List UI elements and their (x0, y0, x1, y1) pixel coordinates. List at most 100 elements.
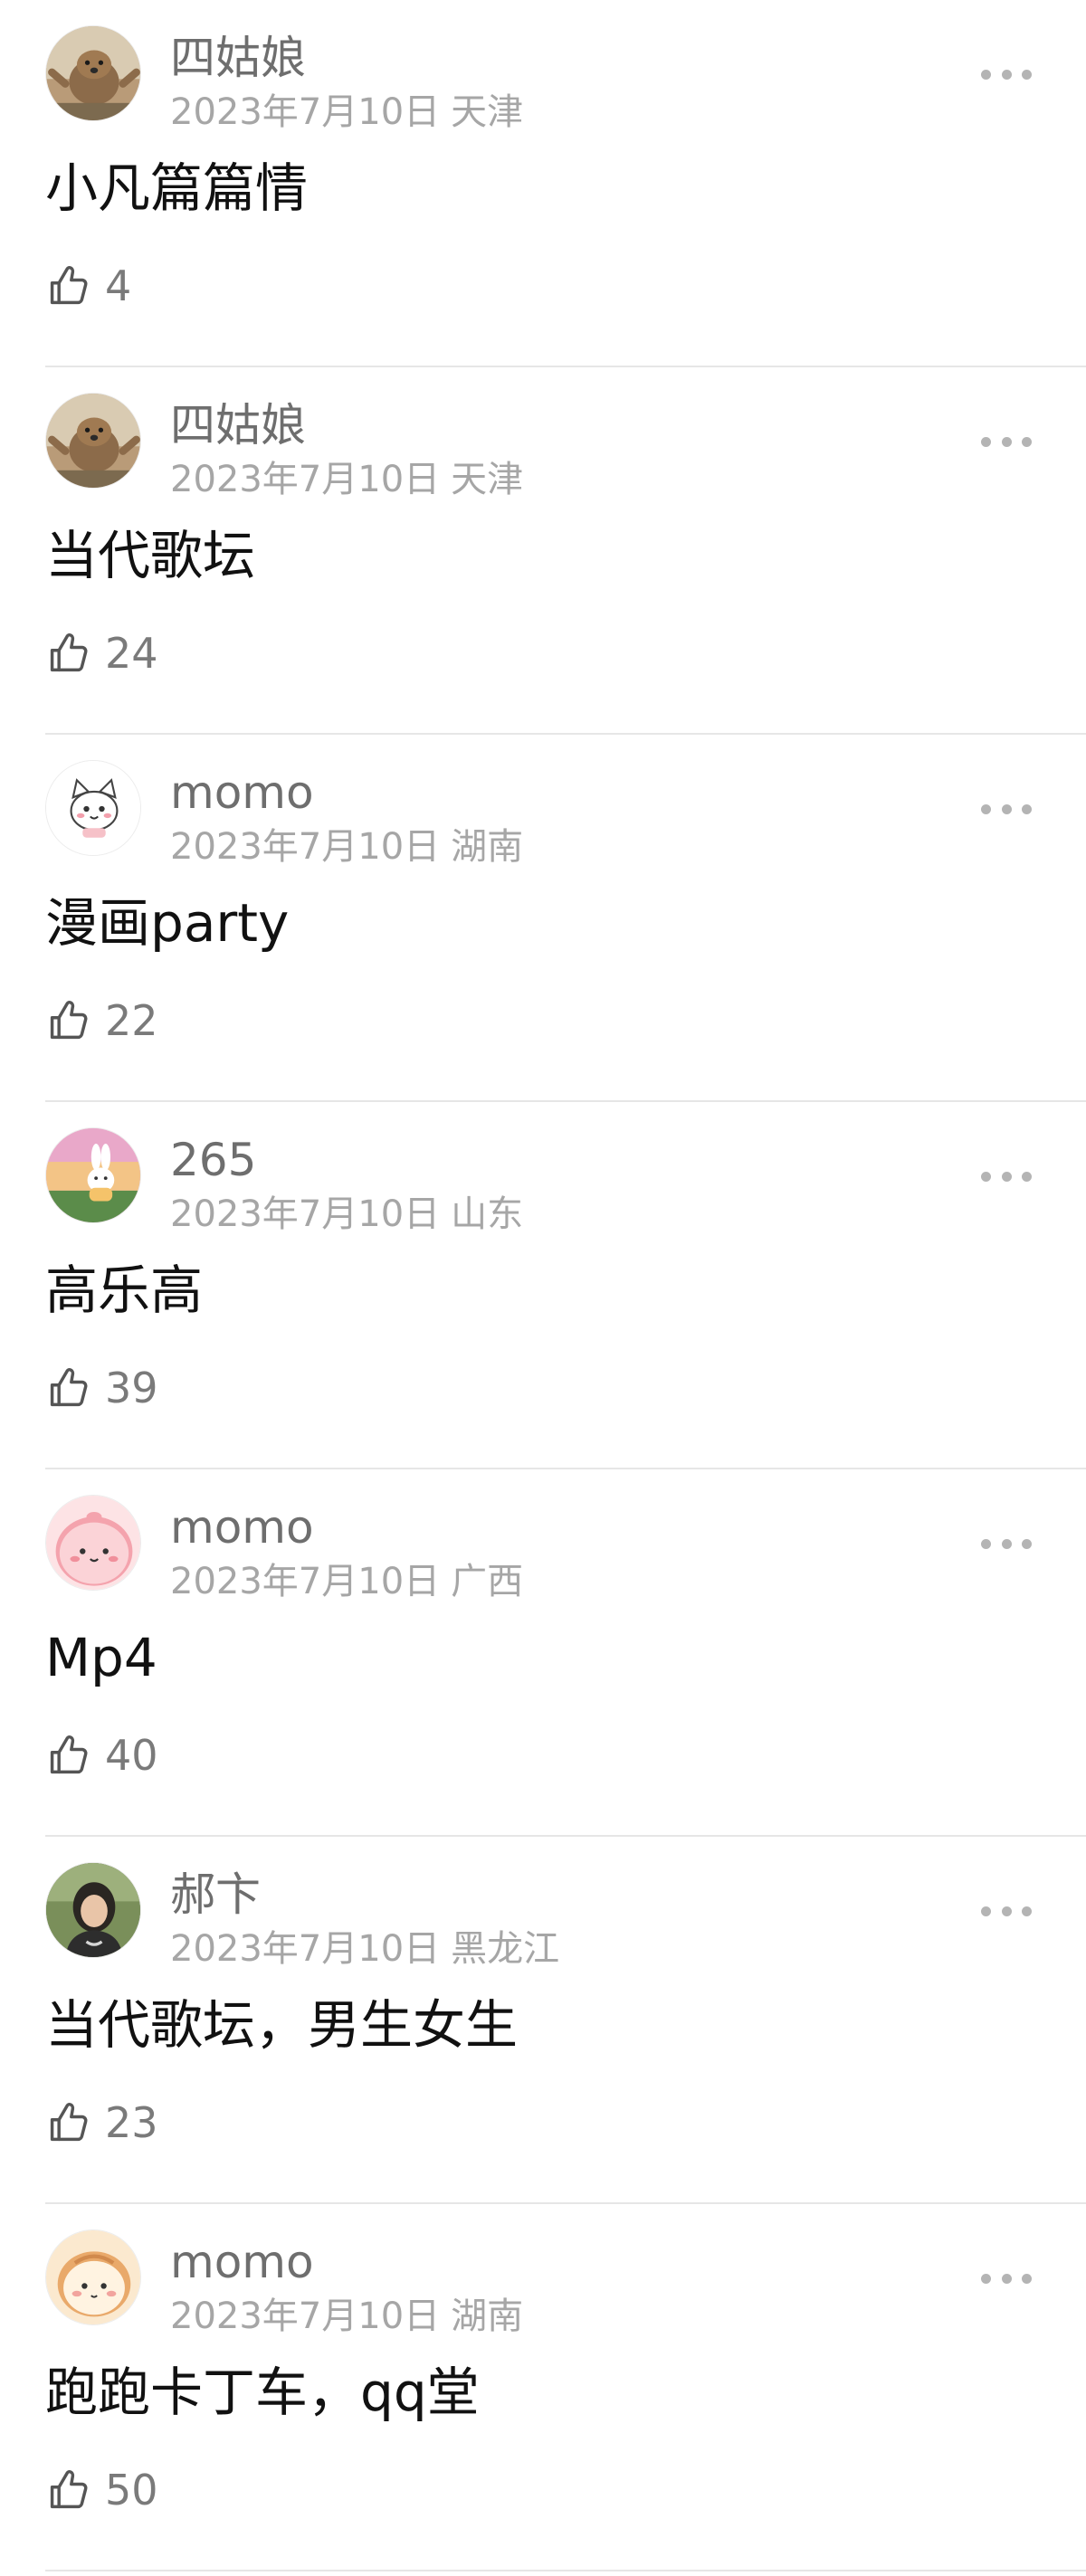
comment-meta: 2023年7月10日 黑龙江 (170, 1927, 559, 1971)
comment-text: 漫画party (45, 892, 290, 954)
more-options-icon (981, 436, 991, 447)
comment-item: 四姑娘 2023年7月10日 天津 小凡篇篇情 4 (0, 0, 1086, 367)
comment-text: 当代歌坛 (45, 525, 256, 586)
comment-location: 天津 (451, 91, 524, 133)
more-options-icon (981, 1906, 991, 1916)
more-options-icon (1022, 1538, 1032, 1549)
comment-location: 广西 (451, 1561, 524, 1602)
more-options-icon (1022, 436, 1032, 447)
avatar[interactable] (45, 1495, 141, 1591)
cartoon-bread-avatar (46, 2230, 140, 2324)
more-options-icon (1001, 436, 1012, 447)
quokka-photo-avatar (46, 26, 140, 120)
more-options-icon (981, 2273, 991, 2284)
thumbs-up-icon (45, 630, 92, 677)
comment-item: momo 2023年7月10日 广西 Mp4 40 (0, 1469, 1086, 1837)
comment-meta: 2023年7月10日 湖南 (170, 825, 523, 869)
comment-item: momo 2023年7月10日 湖南 漫画party 22 (0, 735, 1086, 1102)
like-count: 22 (105, 996, 158, 1045)
thumbs-up-icon (45, 2099, 92, 2146)
more-options-icon (1001, 1171, 1012, 1182)
avatar[interactable] (45, 760, 141, 856)
more-options-icon (981, 69, 991, 80)
comment-text: Mp4 (45, 1627, 157, 1688)
username[interactable]: 郝卞 (170, 1868, 261, 1922)
comment-date: 2023年7月10日 (170, 2296, 441, 2337)
like-count: 39 (105, 1364, 158, 1412)
comment-text: 跑跑卡丁车，qq堂 (45, 2362, 480, 2423)
comment-date: 2023年7月10日 (170, 459, 441, 500)
like-count: 23 (105, 2098, 158, 2147)
username[interactable]: 265 (170, 1133, 256, 1187)
more-options-icon (981, 803, 991, 814)
username[interactable]: momo (170, 2235, 314, 2289)
more-options-icon (1001, 69, 1012, 80)
username[interactable]: momo (170, 765, 314, 820)
thumbs-up-icon (45, 1732, 92, 1779)
thumbs-up-icon (45, 997, 92, 1044)
more-options-icon (1022, 1171, 1032, 1182)
more-options-icon (981, 1171, 991, 1182)
comment-item: momo 2023年7月10日 湖南 跑跑卡丁车，qq堂 50 (0, 2204, 1086, 2571)
like-button[interactable]: 40 (45, 1730, 158, 1781)
more-options-button[interactable] (981, 65, 1032, 83)
username[interactable]: 四姑娘 (170, 398, 306, 452)
like-button[interactable]: 50 (45, 2465, 158, 2515)
pink-blob-avatar (46, 1496, 140, 1590)
comment-meta: 2023年7月10日 天津 (170, 458, 523, 501)
more-options-icon (1022, 1906, 1032, 1916)
comment-date: 2023年7月10日 (170, 826, 441, 868)
comment-location: 黑龙江 (451, 1928, 560, 1970)
comment-location: 湖南 (451, 826, 524, 868)
more-options-icon (1001, 1538, 1012, 1549)
thumbs-up-icon (45, 1364, 92, 1412)
like-button[interactable]: 23 (45, 2097, 158, 2148)
comment-text: 高乐高 (45, 1259, 204, 1321)
thumbs-up-icon (45, 2467, 92, 2514)
more-options-icon (1001, 2273, 1012, 2284)
comment-date: 2023年7月10日 (170, 1928, 441, 1970)
more-options-icon (981, 1538, 991, 1549)
like-button[interactable]: 24 (45, 628, 158, 679)
comment-text: 小凡篇篇情 (45, 157, 309, 219)
like-button[interactable]: 22 (45, 995, 158, 1046)
username[interactable]: 四姑娘 (170, 31, 306, 85)
comment-location: 天津 (451, 459, 524, 500)
comment-text: 当代歌坛，男生女生 (45, 1994, 519, 2056)
username[interactable]: momo (170, 1500, 314, 1554)
more-options-icon (1001, 1906, 1012, 1916)
comment-location: 湖南 (451, 2296, 524, 2337)
comment-item: 265 2023年7月10日 山东 高乐高 39 (0, 1102, 1086, 1469)
comment-item: 郝卞 2023年7月10日 黑龙江 当代歌坛，男生女生 23 (0, 1837, 1086, 2204)
sunset-bunny-avatar (46, 1128, 140, 1222)
thumbs-up-icon (45, 262, 92, 309)
like-count: 4 (105, 261, 132, 310)
comment-meta: 2023年7月10日 广西 (170, 1560, 523, 1603)
more-options-button[interactable] (981, 800, 1032, 818)
more-options-button[interactable] (981, 1167, 1032, 1185)
like-button[interactable]: 4 (45, 261, 131, 311)
comment-location: 山东 (451, 1193, 524, 1235)
more-options-icon (1022, 2273, 1032, 2284)
more-options-icon (1022, 803, 1032, 814)
more-options-button[interactable] (981, 433, 1032, 451)
more-options-button[interactable] (981, 1902, 1032, 1920)
comment-meta: 2023年7月10日 天津 (170, 90, 523, 134)
comment-feed: 四姑娘 2023年7月10日 天津 小凡篇篇情 4 四姑娘 2023年7月10日… (0, 0, 1086, 2576)
person-photo-avatar (46, 1863, 140, 1957)
like-button[interactable]: 39 (45, 1363, 158, 1413)
avatar[interactable] (45, 1862, 141, 1958)
comment-date: 2023年7月10日 (170, 1561, 441, 1602)
comment-item: 四姑娘 2023年7月10日 天津 当代歌坛 24 (0, 367, 1086, 735)
more-options-icon (1001, 803, 1012, 814)
avatar[interactable] (45, 25, 141, 121)
like-count: 24 (105, 629, 158, 678)
quokka-photo-avatar (46, 394, 140, 488)
comment-date: 2023年7月10日 (170, 91, 441, 133)
comment-meta: 2023年7月10日 湖南 (170, 2295, 523, 2338)
avatar[interactable] (45, 1127, 141, 1223)
avatar[interactable] (45, 2229, 141, 2325)
avatar[interactable] (45, 393, 141, 489)
more-options-button[interactable] (981, 1535, 1032, 1553)
more-options-button[interactable] (981, 2269, 1032, 2287)
